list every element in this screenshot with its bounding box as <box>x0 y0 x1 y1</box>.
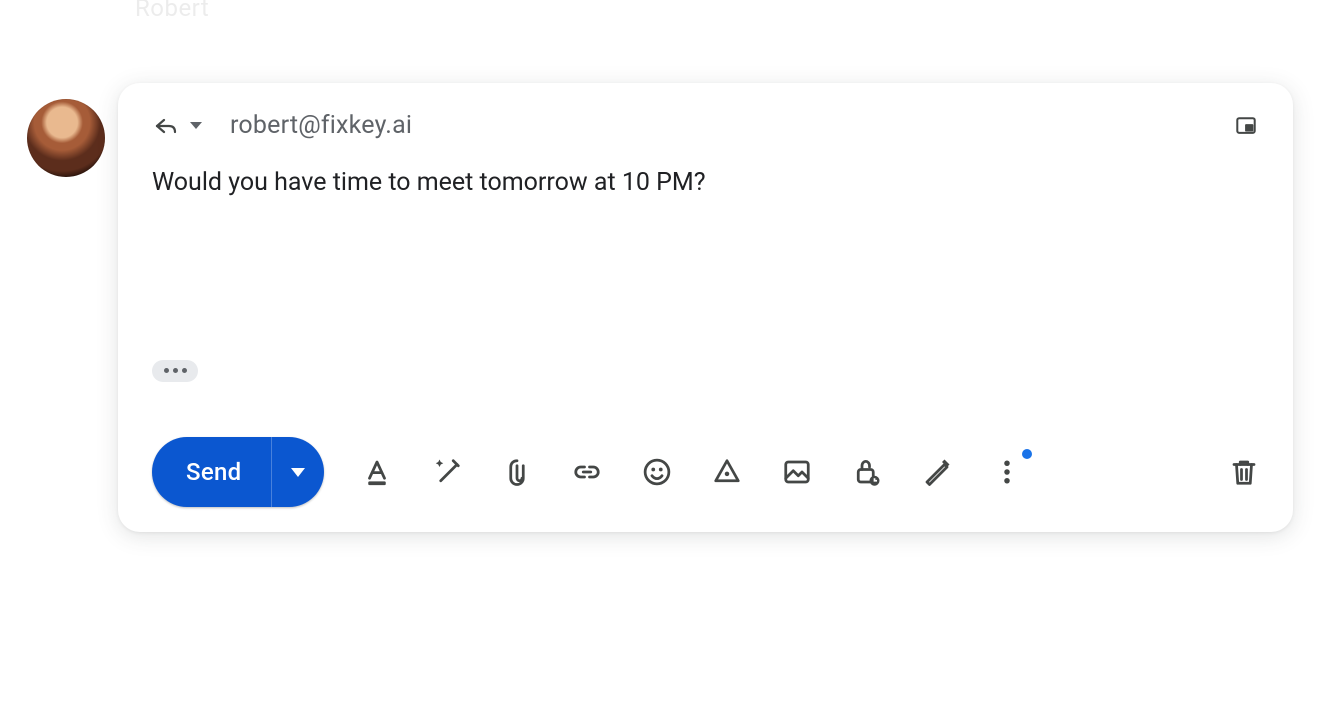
photo-button[interactable] <box>782 457 812 487</box>
emoji-icon <box>642 457 672 487</box>
link-button[interactable] <box>572 457 602 487</box>
recipient-field[interactable]: robert@fixkey.ai <box>230 111 412 140</box>
toolbar-icons <box>362 457 1022 487</box>
paperclip-icon <box>502 457 532 487</box>
text-format-icon <box>362 457 392 487</box>
compose-card: robert@fixkey.ai Would you have time to … <box>118 83 1293 532</box>
send-button-group: Send <box>152 437 324 507</box>
compose-header: robert@fixkey.ai <box>118 83 1293 140</box>
pen-icon <box>922 457 952 487</box>
drive-button[interactable] <box>712 457 742 487</box>
drive-icon <box>712 457 742 487</box>
compose-body[interactable]: Would you have time to meet tomorrow at … <box>152 166 1259 200</box>
compose-toolbar: Send <box>118 436 1293 532</box>
chevron-down-icon <box>190 122 202 129</box>
thread-sender-hint: Robert <box>135 0 209 22</box>
attach-button[interactable] <box>502 457 532 487</box>
magic-pen-icon <box>432 457 462 487</box>
image-icon <box>782 457 812 487</box>
ellipsis-icon <box>164 368 187 373</box>
signature-button[interactable] <box>922 457 952 487</box>
popout-icon[interactable] <box>1233 115 1259 137</box>
discard-button[interactable] <box>1229 457 1259 487</box>
more-vert-icon <box>992 457 1022 487</box>
link-icon <box>572 457 602 487</box>
show-trimmed-button[interactable] <box>152 360 198 382</box>
formatting-button[interactable] <box>362 457 392 487</box>
avatar <box>27 99 105 177</box>
trash-icon <box>1229 457 1259 487</box>
reply-arrow-icon <box>152 114 180 138</box>
emoji-button[interactable] <box>642 457 672 487</box>
more-options-button[interactable] <box>992 457 1022 487</box>
reply-type-button[interactable] <box>152 114 202 138</box>
help-me-write-button[interactable] <box>432 457 462 487</box>
confidential-button[interactable] <box>852 457 882 487</box>
indicator-dot <box>1022 449 1032 459</box>
lock-clock-icon <box>852 457 882 487</box>
send-button[interactable]: Send <box>152 437 272 507</box>
chevron-down-icon <box>291 468 305 477</box>
send-more-button[interactable] <box>272 437 324 507</box>
